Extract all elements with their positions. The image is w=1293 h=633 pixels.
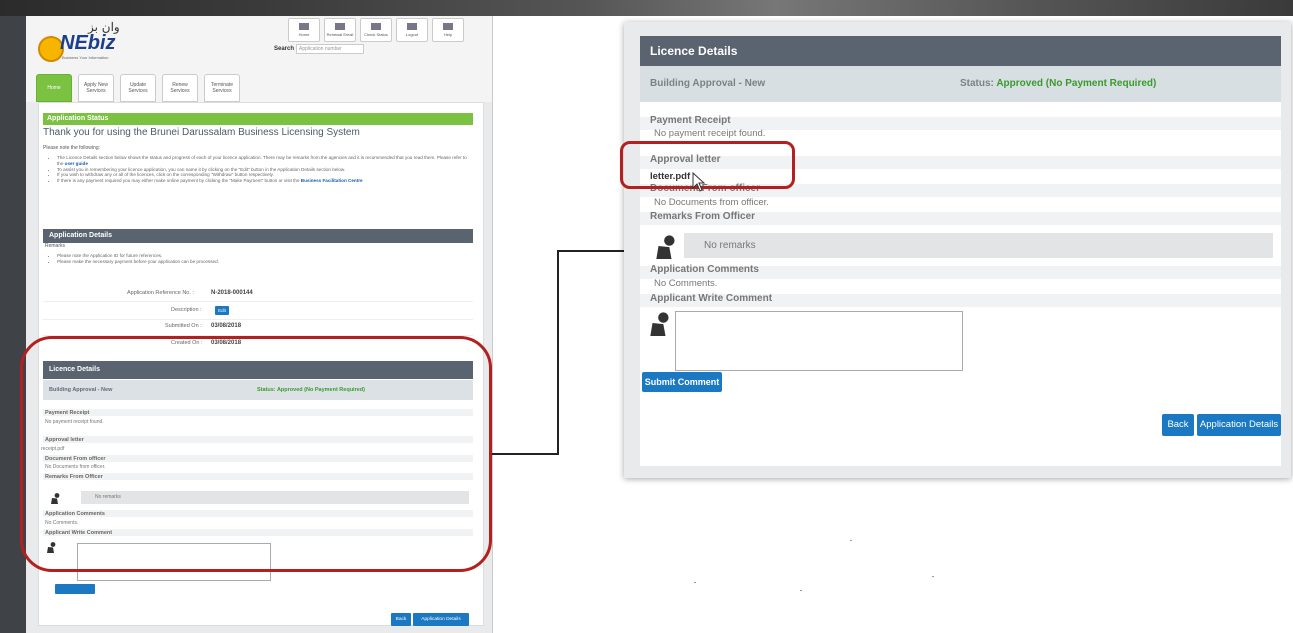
application-comments-title: Application Comments — [650, 264, 759, 275]
list-item: The Licence Details section below shows … — [57, 155, 467, 167]
remarks-list: Please note the Application ID for futur… — [57, 253, 219, 265]
highlight-oval — [620, 141, 795, 189]
status-notes-list: The Licence Details section below shows … — [57, 155, 467, 184]
site-header: وان بز NEbiz Business Your Information H… — [26, 16, 492, 102]
nav-label: Logout — [405, 32, 419, 37]
logout-icon — [407, 23, 417, 30]
help-nav-button[interactable]: Help — [432, 18, 464, 42]
no-remarks-box: No remarks — [684, 233, 1273, 258]
top-icon-bar: Home Renewal Email Check Status Logout H… — [288, 18, 464, 42]
search-input[interactable]: Application number — [296, 44, 364, 54]
submit-comment-button[interactable]: Submit Comment — [642, 372, 722, 392]
application-details-button[interactable]: Application Details — [413, 613, 469, 626]
list-item: Please make the necessary payment before… — [57, 259, 219, 265]
check-status-nav-button[interactable]: Check Status — [360, 18, 392, 42]
nav-label: Home — [298, 32, 310, 37]
speck — [932, 576, 934, 577]
approval-letter-file-link[interactable]: letter.pdf — [650, 171, 690, 182]
write-comment-title: Applicant Write Comment — [650, 293, 773, 304]
connector-line — [557, 250, 624, 252]
home-nav-button[interactable]: Home — [288, 18, 320, 42]
onebiz-logo[interactable]: وان بز NEbiz Business Your Information — [32, 20, 122, 62]
tab-update-services[interactable]: Update Services — [120, 74, 156, 102]
nav-label: Check Status — [364, 32, 388, 37]
back-button[interactable]: Back — [1162, 414, 1194, 436]
highlight-oval — [20, 336, 492, 572]
remarks-officer-title: Remarks From Officer — [650, 211, 756, 222]
payment-receipt-value: No payment receipt found. — [654, 128, 766, 139]
submitted-label: Submitted On : — [165, 323, 202, 329]
licence-details-title: Licence Details — [640, 36, 1281, 66]
application-details-button[interactable]: Application Details — [1197, 414, 1281, 436]
speck — [694, 582, 696, 583]
application-status-header: Application Status — [43, 113, 473, 125]
licence-status: Status: Approved (No Payment Required) — [960, 66, 1156, 102]
speck — [850, 540, 852, 541]
submitted-value: 03/08/2018 — [211, 323, 242, 329]
application-comments-value: No Comments. — [654, 278, 718, 289]
status-label: Status: — [960, 78, 994, 89]
reference-value: N-2018-000144 — [211, 290, 253, 296]
home-icon — [299, 23, 309, 30]
document-officer-value: No Documents from officer. — [654, 197, 769, 208]
status-value: Approved (No Payment Required) — [996, 78, 1157, 89]
officer-avatar-icon — [656, 235, 675, 259]
tab-renew-services[interactable]: Renew Services — [162, 74, 198, 102]
tab-terminate-services[interactable]: Terminate Services — [204, 74, 240, 102]
divider — [43, 301, 473, 302]
licence-name: Building Approval - New — [650, 78, 766, 89]
licence-summary-row: Building Approval - New Status: Approved… — [640, 66, 1281, 102]
logout-nav-button[interactable]: Logout — [396, 18, 428, 42]
speck — [800, 590, 802, 591]
please-note-label: Please note the following: — [43, 145, 100, 151]
logo-text: NEbiz — [60, 32, 116, 54]
thank-you-message: Thank you for using the Brunei Darussala… — [43, 127, 360, 138]
divider — [43, 319, 473, 320]
application-details-header: Application Details — [43, 229, 473, 243]
note-text: If there is any payment required you may… — [57, 178, 300, 184]
payment-receipt-title: Payment Receipt — [650, 115, 731, 126]
submit-comment-button[interactable] — [55, 584, 95, 594]
renewal-email-nav-button[interactable]: Renewal Email — [324, 18, 356, 42]
tab-home[interactable]: Home — [36, 74, 72, 102]
edit-button[interactable]: Edit — [215, 306, 229, 315]
search-label: Search — [274, 46, 295, 52]
tab-apply-new-services[interactable]: Apply New Services — [78, 74, 114, 102]
description-label: Description : — [171, 307, 202, 313]
back-button[interactable]: Back — [391, 613, 411, 626]
connector-line — [492, 453, 559, 455]
applicant-avatar-icon — [650, 312, 669, 336]
list-item: If there is any payment required you may… — [57, 178, 467, 184]
service-tabs: Home Apply New Services Update Services … — [36, 74, 240, 102]
status-icon — [371, 23, 381, 30]
nav-label: Help — [443, 32, 453, 37]
connector-line — [557, 250, 559, 455]
logo-subtitle: Business Your Information — [62, 55, 109, 60]
comment-textarea[interactable] — [675, 311, 963, 371]
help-icon — [443, 23, 453, 30]
mouse-cursor-icon — [692, 172, 706, 192]
note-text: The Licence Details section below shows … — [57, 155, 467, 166]
user-guide-link[interactable]: user guide — [65, 161, 88, 166]
nav-label: Renewal Email — [326, 32, 354, 37]
email-icon — [335, 23, 345, 30]
remarks-label: Remarks — [45, 243, 66, 249]
reference-label: Application Reference No. : — [127, 290, 194, 296]
business-facilitation-centre-link[interactable]: Business Facilitation Centre — [301, 178, 363, 183]
